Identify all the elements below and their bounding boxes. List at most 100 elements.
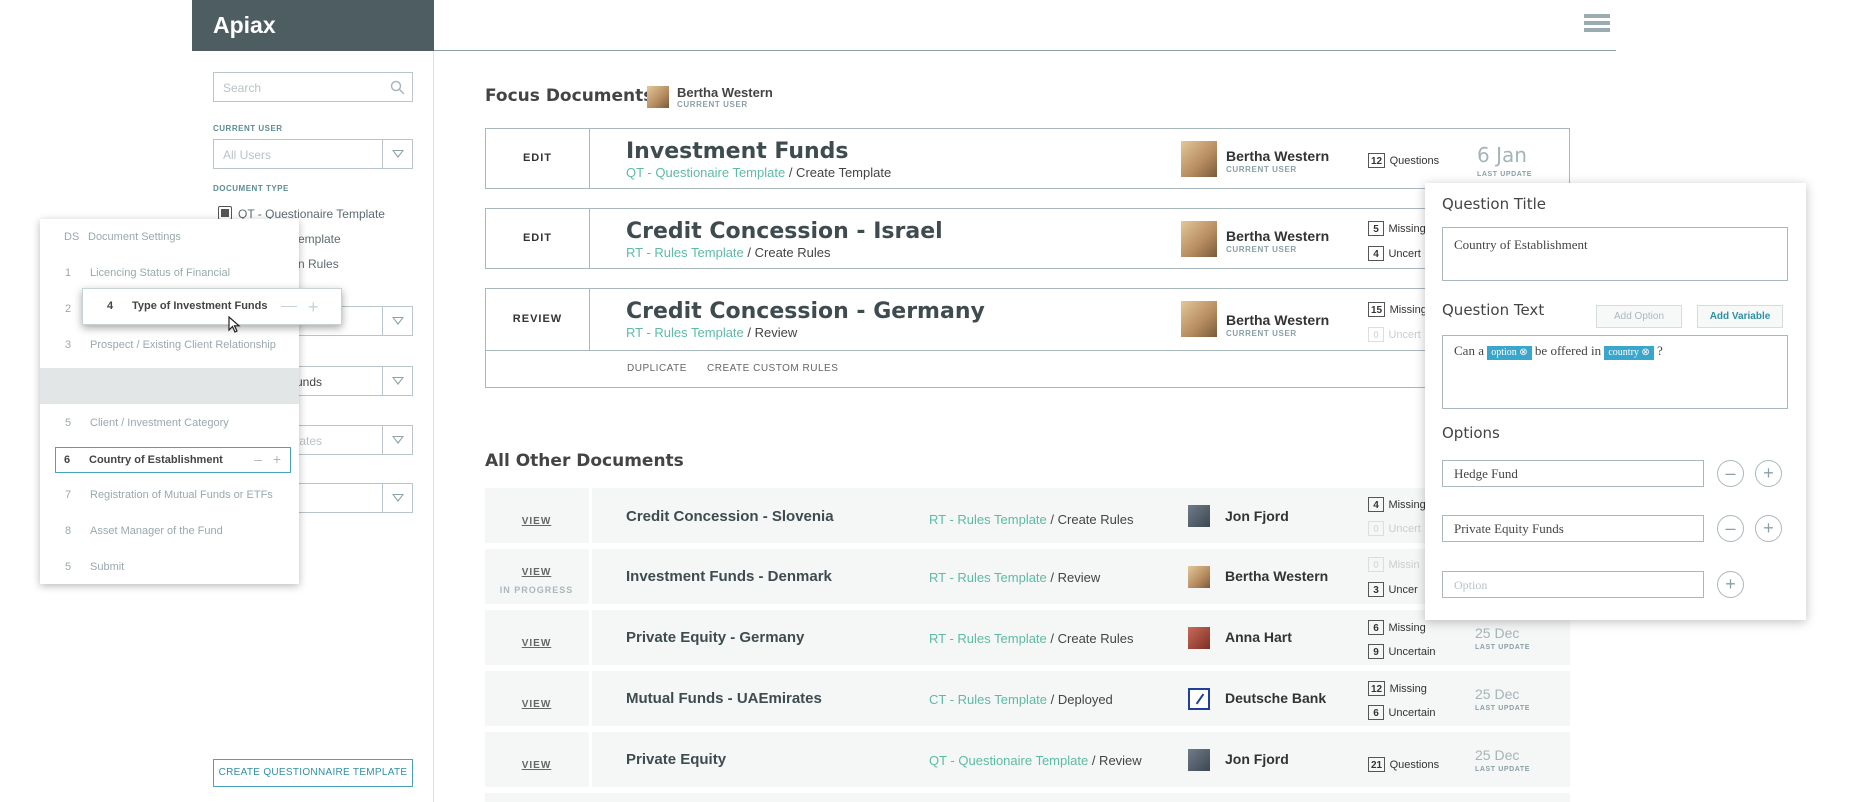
view-button[interactable]: VIEW <box>485 732 588 787</box>
close-icon[interactable]: ⊗ <box>1519 347 1527 358</box>
create-custom-rules-button[interactable]: CREATE CUSTOM RULES <box>707 363 838 374</box>
count-label: Missing <box>1389 304 1427 316</box>
search-input[interactable]: Search <box>213 72 413 102</box>
table-row[interactable]: VIEW Credit Concession - Slovenia RT - R… <box>485 488 1570 543</box>
add-option-plus-button[interactable]: + <box>1717 571 1744 598</box>
focus-card[interactable]: EDIT Credit Concession - Israel RT - Rul… <box>485 208 1570 269</box>
add-option-plus-button[interactable]: + <box>1755 515 1782 542</box>
template-type-link[interactable]: RT - Rules Template <box>929 512 1047 527</box>
question-title-input[interactable]: Country of Establishment <box>1442 227 1788 281</box>
new-option-input[interactable]: Option <box>1442 571 1704 598</box>
count-label: Questions <box>1389 759 1440 771</box>
remove-option-button[interactable]: – <box>1717 515 1744 542</box>
add-option-plus-button[interactable]: + <box>1755 460 1782 487</box>
review-button[interactable]: REVIEW <box>486 289 590 351</box>
chevron-down-icon[interactable] <box>382 307 412 335</box>
row-user-name: Deutsche Bank <box>1225 690 1327 706</box>
list-item[interactable]: 8 Asset Manager of the Fund <box>40 513 299 549</box>
view-button[interactable]: VIEW <box>485 488 588 543</box>
item-number: 5 <box>65 561 72 573</box>
brand-logo[interactable]: Apiax <box>192 0 434 51</box>
view-button-label[interactable]: VIEW <box>522 760 552 771</box>
table-row[interactable]: VIEW Mutual Funds - UAEmirates CT - Rule… <box>485 671 1570 726</box>
table-row[interactable]: VIEW IN PROGRESS Investment Funds - Denma… <box>485 549 1570 604</box>
plus-icon[interactable]: + <box>308 297 319 318</box>
row-title: Credit Concession - Slovenia <box>626 508 834 525</box>
doc-type-radio-qt[interactable] <box>218 206 232 220</box>
template-type-link[interactable]: QT - Questionaire Template <box>626 165 785 180</box>
edit-button[interactable]: EDIT <box>486 129 590 188</box>
view-button-label[interactable]: VIEW <box>522 516 552 527</box>
view-button[interactable]: VIEW <box>485 671 588 726</box>
item-number: 7 <box>65 489 72 501</box>
view-button-label[interactable]: VIEW <box>522 699 552 710</box>
count-label: Missin <box>1388 559 1420 571</box>
template-type-link[interactable]: RT - Rules Template <box>626 245 744 260</box>
table-row[interactable]: VIEW Private Equity QT - Questionaire Te… <box>485 732 1570 787</box>
chevron-down-icon[interactable] <box>382 367 412 395</box>
focus-card[interactable]: EDIT Investment Funds QT - Questionaire … <box>485 128 1570 189</box>
list-item[interactable]: 5 Client / Investment Category <box>40 405 299 441</box>
option-input[interactable]: Private Equity Funds <box>1442 515 1704 542</box>
remove-option-button[interactable]: – <box>1717 460 1744 487</box>
current-user-value: All Users <box>223 148 272 162</box>
focus-card[interactable]: REVIEW Credit Concession - Germany RT - … <box>485 288 1570 388</box>
edit-button[interactable]: EDIT <box>486 209 590 268</box>
list-item[interactable]: DS Document Settings <box>40 219 299 255</box>
view-button-label[interactable]: VIEW <box>522 638 552 649</box>
template-type-link[interactable]: RT - Rules Template <box>929 570 1047 585</box>
option-input[interactable]: Hedge Fund <box>1442 460 1704 487</box>
variable-tag-option[interactable]: option ⊗ <box>1487 346 1532 360</box>
template-type-link[interactable]: QT - Questionaire Template <box>929 753 1088 768</box>
avatar <box>1188 505 1210 527</box>
list-item[interactable]: 7 Registration of Mutual Funds or ETFs <box>40 477 299 513</box>
card-step: / Review <box>743 325 798 340</box>
card-path: RT - Rules Template / Review <box>626 325 797 340</box>
row-divider <box>589 488 592 543</box>
question-text-input[interactable]: Can a option ⊗ be offered in country ⊗ ? <box>1442 335 1788 409</box>
minus-icon[interactable] <box>281 306 297 307</box>
template-type-link[interactable]: RT - Rules Template <box>626 325 744 340</box>
view-button[interactable]: VIEW <box>485 610 588 665</box>
list-item[interactable]: 3 Prospect / Existing Client Relationship <box>40 327 299 363</box>
duplicate-button[interactable]: DUPLICATE <box>627 363 687 374</box>
chevron-down-icon[interactable] <box>382 426 412 454</box>
item-title: Submit <box>90 561 125 573</box>
table-row[interactable]: VIEW Private Equity - Germany RT - Rules… <box>485 610 1570 665</box>
questions-count: 12 Questions <box>1368 151 1439 169</box>
chevron-down-icon[interactable] <box>382 140 412 168</box>
list-item[interactable]: 1 Licencing Status of Financial <box>40 255 299 291</box>
count-label: Uncert <box>1388 523 1421 535</box>
avatar <box>1181 301 1217 337</box>
card-user-name: Bertha Western <box>1226 148 1330 164</box>
minus-icon[interactable]: – <box>254 451 262 467</box>
template-type-link[interactable]: CT - Rules Template <box>929 692 1047 707</box>
row-path: RT - Rules Template / Create Rules <box>929 631 1133 646</box>
template-type-link[interactable]: RT - Rules Template <box>929 631 1047 646</box>
chevron-down-icon[interactable] <box>382 484 412 512</box>
all-other-documents-title: All Other Documents <box>485 451 684 471</box>
list-item-selected[interactable]: 6 Country of Establishment – + <box>55 447 291 473</box>
item-title: Client / Investment Category <box>90 417 229 429</box>
current-user-select[interactable]: All Users <box>213 139 413 169</box>
dragged-list-item[interactable]: 4 Type of Investment Funds + <box>82 288 342 325</box>
row-step: / Create Rules <box>1046 631 1134 646</box>
row-title: Private Equity <box>626 751 727 768</box>
filter-select-3-value: tates <box>296 434 323 448</box>
search-icon[interactable] <box>390 80 405 95</box>
missing-count: 0 Missin <box>1368 555 1420 573</box>
count-badge: 12 <box>1368 153 1386 168</box>
view-button[interactable]: VIEW IN PROGRESS <box>485 549 588 604</box>
list-item[interactable]: 5 Submit <box>40 549 299 585</box>
create-questionnaire-template-button[interactable]: CREATE QUESTIONNAIRE TEMPLATE <box>213 759 413 787</box>
view-button-label[interactable]: VIEW <box>522 567 552 578</box>
uncertain-count: 3 Uncer <box>1368 580 1418 598</box>
close-icon[interactable]: ⊗ <box>1641 347 1649 358</box>
variable-tag-country[interactable]: country ⊗ <box>1604 346 1654 360</box>
count-label: Uncert <box>1388 248 1421 260</box>
card-user-name: Bertha Western <box>1226 312 1330 328</box>
add-option-button[interactable]: Add Option <box>1596 305 1682 328</box>
hamburger-menu-icon[interactable] <box>1584 14 1610 36</box>
plus-icon[interactable]: + <box>273 451 281 467</box>
add-variable-button[interactable]: Add Variable <box>1697 305 1783 328</box>
